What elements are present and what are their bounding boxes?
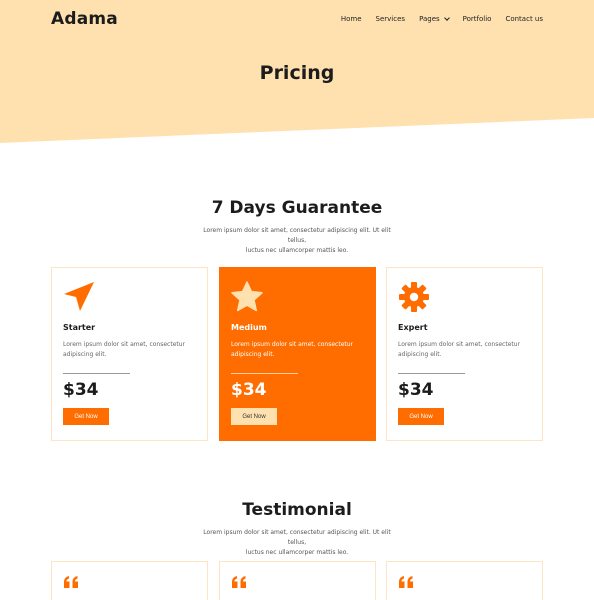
plan-name: Starter	[63, 323, 96, 332]
guarantee-subtitle-line2: luctus nec ullamcorper mattis leo.	[245, 247, 349, 254]
brand-logo[interactable]: Adama	[51, 9, 118, 29]
pricing-card-medium: Medium Lorem ipsum dolor sit amet, conse…	[219, 267, 376, 441]
plan-price: $34	[231, 380, 267, 400]
testimonial-title: Testimonial	[242, 500, 352, 520]
plan-price: $34	[398, 380, 434, 400]
pricing-card-expert: Expert Lorem ipsum dolor sit amet, conse…	[386, 267, 543, 441]
quote-icon	[64, 576, 78, 588]
nav-item-portfolio[interactable]: Portfolio	[463, 15, 492, 23]
plan-price: $34	[63, 380, 99, 400]
nav-item-pages-label: Pages	[419, 15, 440, 23]
testimonial-subtitle-line1: Lorem ipsum dolor sit amet, consectetur …	[203, 529, 391, 546]
divider	[63, 373, 130, 374]
divider	[231, 373, 298, 374]
pricing-card-starter: Starter Lorem ipsum dolor sit amet, cons…	[51, 267, 208, 441]
plan-description-line2: adipiscing elit.	[231, 351, 275, 358]
get-now-button[interactable]: Get Now	[398, 408, 444, 425]
chevron-down-icon	[443, 15, 450, 21]
gear-icon	[399, 282, 429, 312]
testimonial-subtitle-line2: luctus nec ullamcorper mattis leo.	[245, 549, 349, 556]
testimonial-card	[51, 561, 208, 600]
main-nav: Home Services Pages Portfolio Contact us	[327, 15, 543, 23]
guarantee-title: 7 Days Guarantee	[211, 198, 383, 218]
get-now-button[interactable]: Get Now	[231, 408, 277, 425]
testimonial-card	[219, 561, 376, 600]
guarantee-subtitle-line1: Lorem ipsum dolor sit amet, consectetur …	[203, 227, 391, 244]
quote-icon	[399, 576, 413, 588]
page-title: Pricing	[259, 62, 335, 84]
plan-name: Medium	[231, 323, 267, 332]
plan-description-line1: Lorem ipsum dolor sit amet, consectetur	[231, 341, 354, 348]
testimonial-card	[386, 561, 543, 600]
plan-name: Expert	[398, 323, 428, 332]
plan-description: Lorem ipsum dolor sit amet, consectetur …	[63, 340, 188, 360]
nav-item-services[interactable]: Services	[376, 15, 406, 23]
nav-item-pages[interactable]: Pages	[419, 15, 450, 23]
guarantee-subtitle: Lorem ipsum dolor sit amet, consectetur …	[197, 226, 397, 256]
quote-icon	[232, 576, 246, 588]
nav-item-home[interactable]: Home	[341, 15, 362, 23]
paper-plane-icon	[64, 282, 94, 311]
plan-description-line1: Lorem ipsum dolor sit amet, consectetur	[63, 341, 186, 348]
nav-item-contact[interactable]: Contact us	[505, 15, 543, 23]
divider	[398, 373, 465, 374]
testimonial-subtitle: Lorem ipsum dolor sit amet, consectetur …	[197, 528, 397, 558]
star-icon	[231, 281, 263, 312]
plan-description-line2: adipiscing elit.	[63, 351, 107, 358]
plan-description: Lorem ipsum dolor sit amet, consectetur …	[231, 340, 356, 360]
plan-description: Lorem ipsum dolor sit amet, consectetur …	[398, 340, 523, 360]
plan-description-line2: adipiscing elit.	[398, 351, 442, 358]
plan-description-line1: Lorem ipsum dolor sit amet, consectetur	[398, 341, 521, 348]
get-now-button[interactable]: Get Now	[63, 408, 109, 425]
